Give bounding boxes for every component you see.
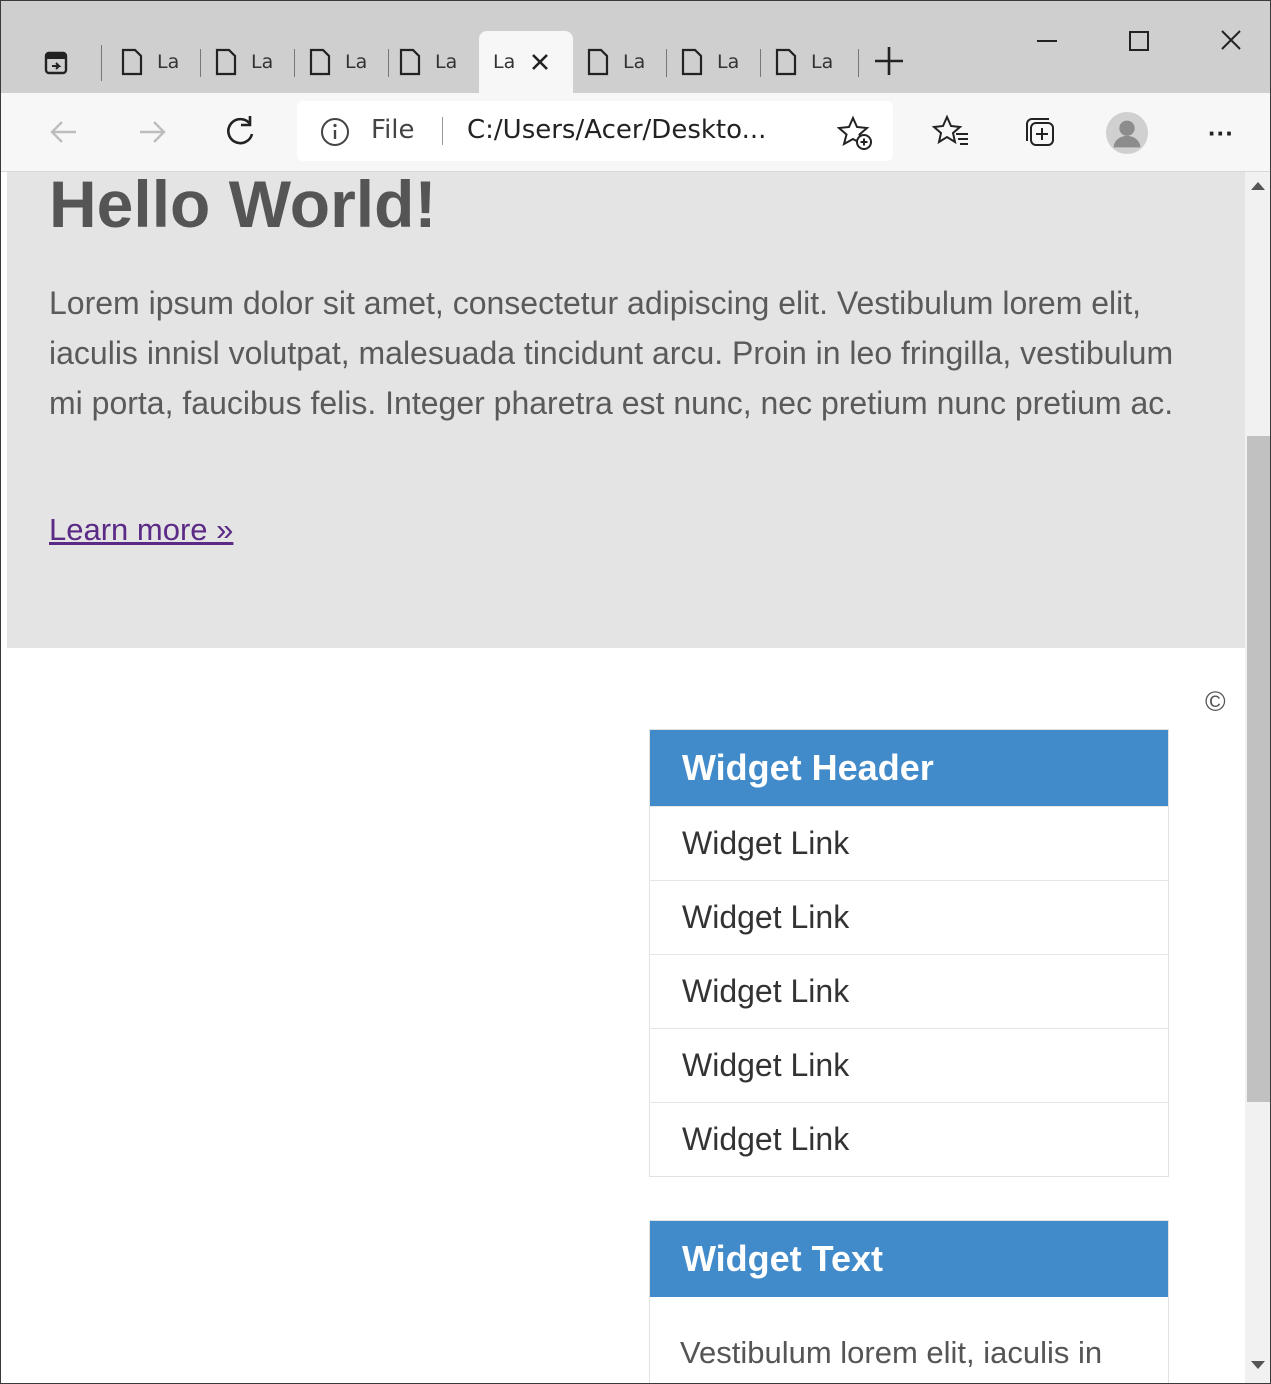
minimize-icon[interactable] [1023,19,1071,67]
maximize-icon[interactable] [1115,19,1163,67]
jumbotron: Hello World! Lorem ipsum dolor sit amet,… [7,172,1245,648]
widget-header: Widget Header [650,730,1168,806]
page-icon [215,48,237,76]
close-window-icon[interactable] [1207,19,1255,67]
more-options-icon[interactable]: ··· [1199,111,1243,155]
page-icon [587,48,609,76]
jumbotron-text: Lorem ipsum dolor sit amet, consectetur … [49,285,1174,421]
tab-label: La [493,51,516,73]
url-text[interactable]: C:/Users/Acer/Deskto... [467,115,766,145]
widget-link[interactable]: Widget Link [650,1102,1168,1176]
browser-tab-active[interactable]: La [479,31,573,93]
back-arrow-icon[interactable] [39,107,89,157]
widget-link[interactable]: Widget Link [650,1028,1168,1102]
widget-link[interactable]: Widget Link [650,806,1168,880]
page-icon [399,48,421,76]
widget-link[interactable]: Widget Link [650,880,1168,954]
browser-toolbar: File C:/Users/Acer/Deskto... ··· [1,93,1270,172]
new-tab-icon[interactable] [867,41,911,81]
browser-tab[interactable]: La [205,31,295,93]
page-heading: Hello World! [49,172,437,241]
page-viewport: Hello World! Lorem ipsum dolor sit amet,… [7,172,1245,1383]
browser-tab[interactable]: La [299,31,389,93]
widget-text: Widget Text Vestibulum lorem elit, iacul… [649,1220,1169,1383]
tab-strip: La La La La La La La La [1,1,1270,93]
forward-arrow-icon[interactable] [127,107,177,157]
browser-tab[interactable]: La [389,31,479,93]
widget-links: Widget Header Widget Link Widget Link Wi… [649,729,1169,1177]
tab-label: La [251,51,274,73]
learn-more-link[interactable]: Learn more » [49,512,233,548]
page-icon [775,48,797,76]
copyright-symbol: © [1205,686,1226,717]
scroll-down-arrow-icon[interactable] [1251,1361,1265,1369]
collections-icon[interactable] [1019,111,1063,155]
refresh-icon[interactable] [215,107,265,157]
tab-actions-icon[interactable] [37,45,75,81]
tab-label: La [717,51,740,73]
profile-avatar-icon[interactable] [1105,111,1149,155]
tab-label: La [157,51,180,73]
tab-label: La [345,51,368,73]
tab-label: La [623,51,646,73]
favorites-icon[interactable] [929,111,973,155]
widget-text-header: Widget Text [650,1221,1168,1297]
vertical-scrollbar[interactable] [1245,172,1270,1383]
browser-tab[interactable]: La [671,31,761,93]
page-icon [309,48,331,76]
tab-label: La [435,51,458,73]
scroll-up-arrow-icon[interactable] [1251,182,1265,190]
browser-tab[interactable]: La [577,31,667,93]
page-icon [121,48,143,76]
page-icon [681,48,703,76]
close-tab-icon[interactable] [529,51,551,73]
browser-tab[interactable]: La [111,31,201,93]
site-scheme-label: File [371,115,415,145]
tab-label: La [811,51,834,73]
browser-window: La La La La La La La La File C:/Users/Ac… [0,0,1271,1384]
scrollbar-thumb[interactable] [1247,436,1270,1102]
widget-link[interactable]: Widget Link [650,954,1168,1028]
address-bar[interactable]: File C:/Users/Acer/Deskto... [297,101,893,161]
add-favorite-icon[interactable] [836,115,873,151]
browser-tab[interactable]: La [765,31,859,93]
info-icon[interactable] [319,116,351,148]
widget-text-body: Vestibulum lorem elit, iaculis in [680,1335,1103,1370]
